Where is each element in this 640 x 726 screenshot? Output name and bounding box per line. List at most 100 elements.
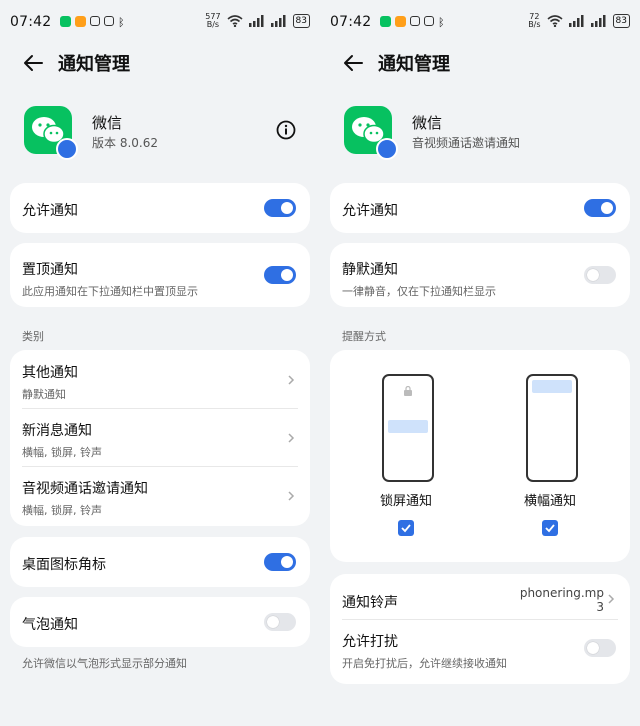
vibrate-icon <box>424 16 434 26</box>
app-version: 版本 8.0.62 <box>92 136 158 150</box>
bubble-notification-label: 气泡通知 <box>22 617 78 633</box>
clone-badge-icon <box>56 138 78 160</box>
silent-notification-label: 静默通知 <box>342 262 398 278</box>
banner-style-label: 横幅通知 <box>523 494 576 509</box>
network-speed: 72 B/s <box>528 12 541 29</box>
page-title: 通知管理 <box>378 54 450 75</box>
notification-icons: ᛒ <box>380 16 445 29</box>
back-arrow-icon[interactable] <box>342 52 364 74</box>
category-title: 音视频通话邀请通知 <box>22 481 148 497</box>
status-time: 07:42 <box>330 14 372 30</box>
status-time: 07:42 <box>10 14 52 30</box>
allow-notification-toggle[interactable] <box>584 199 616 217</box>
icon-badge-card[interactable]: 桌面图标角标 <box>10 537 310 587</box>
wifi-icon <box>227 15 243 27</box>
wechat-mini-icon <box>380 16 391 27</box>
left-screen: 07:42 ᛒ 577 B/s 83 通知管理 微信 版本 8.0.62 允许通… <box>0 0 320 726</box>
category-subtitle: 横幅, 锁屏, 铃声 <box>22 446 102 459</box>
signal-icon-2 <box>270 15 286 27</box>
lockscreen-preview[interactable] <box>382 374 434 482</box>
ringtone-value: phonering.mp 3 <box>504 586 604 614</box>
bubble-notification-toggle[interactable] <box>264 613 296 631</box>
category-section-label: 类别 <box>22 330 44 343</box>
network-speed: 577 B/s <box>205 12 221 29</box>
nfc-icon <box>90 16 100 26</box>
pin-notification-label: 置顶通知 <box>22 262 78 278</box>
allow-disturb-label: 允许打扰 <box>342 634 398 650</box>
lockscreen-style-label: 锁屏通知 <box>379 494 432 509</box>
signal-icon <box>248 15 264 27</box>
battery-indicator: 83 <box>292 14 310 28</box>
info-icon[interactable] <box>276 120 296 140</box>
pin-notification-card[interactable]: 置顶通知 此应用通知在下拉通知栏中置顶显示 <box>10 243 310 307</box>
icon-badge-label: 桌面图标角标 <box>22 557 106 573</box>
ringtone-value-line2: 3 <box>596 600 604 614</box>
silent-notification-desc: 一律静音，仅在下拉通知栏显示 <box>342 285 496 298</box>
clone-badge-icon <box>376 138 398 160</box>
lock-icon <box>404 386 412 396</box>
signal-icon <box>568 15 584 27</box>
banner-checkbox[interactable] <box>542 520 558 536</box>
category-title: 新消息通知 <box>22 423 92 439</box>
pin-notification-desc: 此应用通知在下拉通知栏中置顶显示 <box>22 285 198 298</box>
wechat-app-icon <box>24 106 78 160</box>
banner-preview[interactable] <box>526 374 578 482</box>
wifi-icon <box>547 15 563 27</box>
app-mini-icon <box>395 16 406 27</box>
silent-notification-toggle[interactable] <box>584 266 616 284</box>
category-subtitle: 横幅, 锁屏, 铃声 <box>22 504 102 517</box>
divider <box>342 619 618 620</box>
divider <box>22 408 298 409</box>
app-mini-icon <box>75 16 86 27</box>
checkmark-icon <box>545 524 555 533</box>
ringtone-value-line1: phonering.mp <box>519 586 604 600</box>
allow-notification-label: 允许通知 <box>342 203 398 219</box>
allow-disturb-item[interactable]: 允许打扰 开启免打扰后，允许继续接收通知 <box>342 631 618 671</box>
category-title: 其他通知 <box>22 365 78 381</box>
allow-disturb-toggle[interactable] <box>584 639 616 657</box>
silent-notification-card[interactable]: 静默通知 一律静音，仅在下拉通知栏显示 <box>330 243 630 307</box>
bluetooth-icon: ᛒ <box>118 16 125 29</box>
category-item-new-message[interactable]: 新消息通知 横幅, 锁屏, 铃声 <box>22 420 298 460</box>
allow-notification-toggle[interactable] <box>264 199 296 217</box>
notification-icons: ᛒ <box>60 16 125 29</box>
sound-settings-card: 通知铃声 phonering.mp 3 允许打扰 开启免打扰后，允许继续接收通知 <box>330 574 630 684</box>
chevron-right-icon <box>288 491 295 501</box>
bluetooth-icon: ᛒ <box>438 16 445 29</box>
vibrate-icon <box>104 16 114 26</box>
wechat-mini-icon <box>60 16 71 27</box>
allow-notification-card[interactable]: 允许通知 <box>330 183 630 233</box>
page-title: 通知管理 <box>58 54 130 75</box>
nfc-icon <box>410 16 420 26</box>
category-subtitle: 静默通知 <box>22 388 66 401</box>
lockscreen-checkbox[interactable] <box>398 520 414 536</box>
reminder-section-label: 提醒方式 <box>342 330 386 343</box>
app-name: 微信 <box>412 114 443 132</box>
bubble-notification-card[interactable]: 气泡通知 <box>10 597 310 647</box>
bubble-footnote: 允许微信以气泡形式显示部分通知 <box>22 657 187 670</box>
pin-notification-toggle[interactable] <box>264 266 296 284</box>
back-arrow-icon[interactable] <box>22 52 44 74</box>
chevron-right-icon <box>288 433 295 443</box>
channel-name: 音视频通话邀请通知 <box>412 136 521 150</box>
app-info: 微信 版本 8.0.62 <box>24 106 304 160</box>
category-item-other[interactable]: 其他通知 静默通知 <box>22 362 298 402</box>
allow-notification-label: 允许通知 <box>22 203 78 219</box>
allow-disturb-desc: 开启免打扰后，允许继续接收通知 <box>342 657 507 670</box>
right-screen: 07:42 ᛒ 72 B/s 83 通知管理 微信 音视频通话邀请通知 允许通知… <box>320 0 640 726</box>
category-list: 其他通知 静默通知 新消息通知 横幅, 锁屏, 铃声 音视频通话邀请通知 横幅,… <box>10 350 310 526</box>
battery-indicator: 83 <box>612 14 630 28</box>
page-header: 通知管理 <box>342 49 450 77</box>
checkmark-icon <box>401 524 411 533</box>
app-name: 微信 <box>92 114 123 132</box>
category-item-call-invite[interactable]: 音视频通话邀请通知 横幅, 锁屏, 铃声 <box>22 478 298 518</box>
chevron-right-icon <box>608 594 615 604</box>
status-bar: 07:42 ᛒ 577 B/s 83 <box>10 10 310 34</box>
status-bar: 07:42 ᛒ 72 B/s 83 <box>330 10 630 34</box>
allow-notification-card[interactable]: 允许通知 <box>10 183 310 233</box>
signal-icon-2 <box>590 15 606 27</box>
icon-badge-toggle[interactable] <box>264 553 296 571</box>
page-header: 通知管理 <box>22 49 130 77</box>
chevron-right-icon <box>288 375 295 385</box>
reminder-style-card: 锁屏通知 横幅通知 <box>330 350 630 562</box>
